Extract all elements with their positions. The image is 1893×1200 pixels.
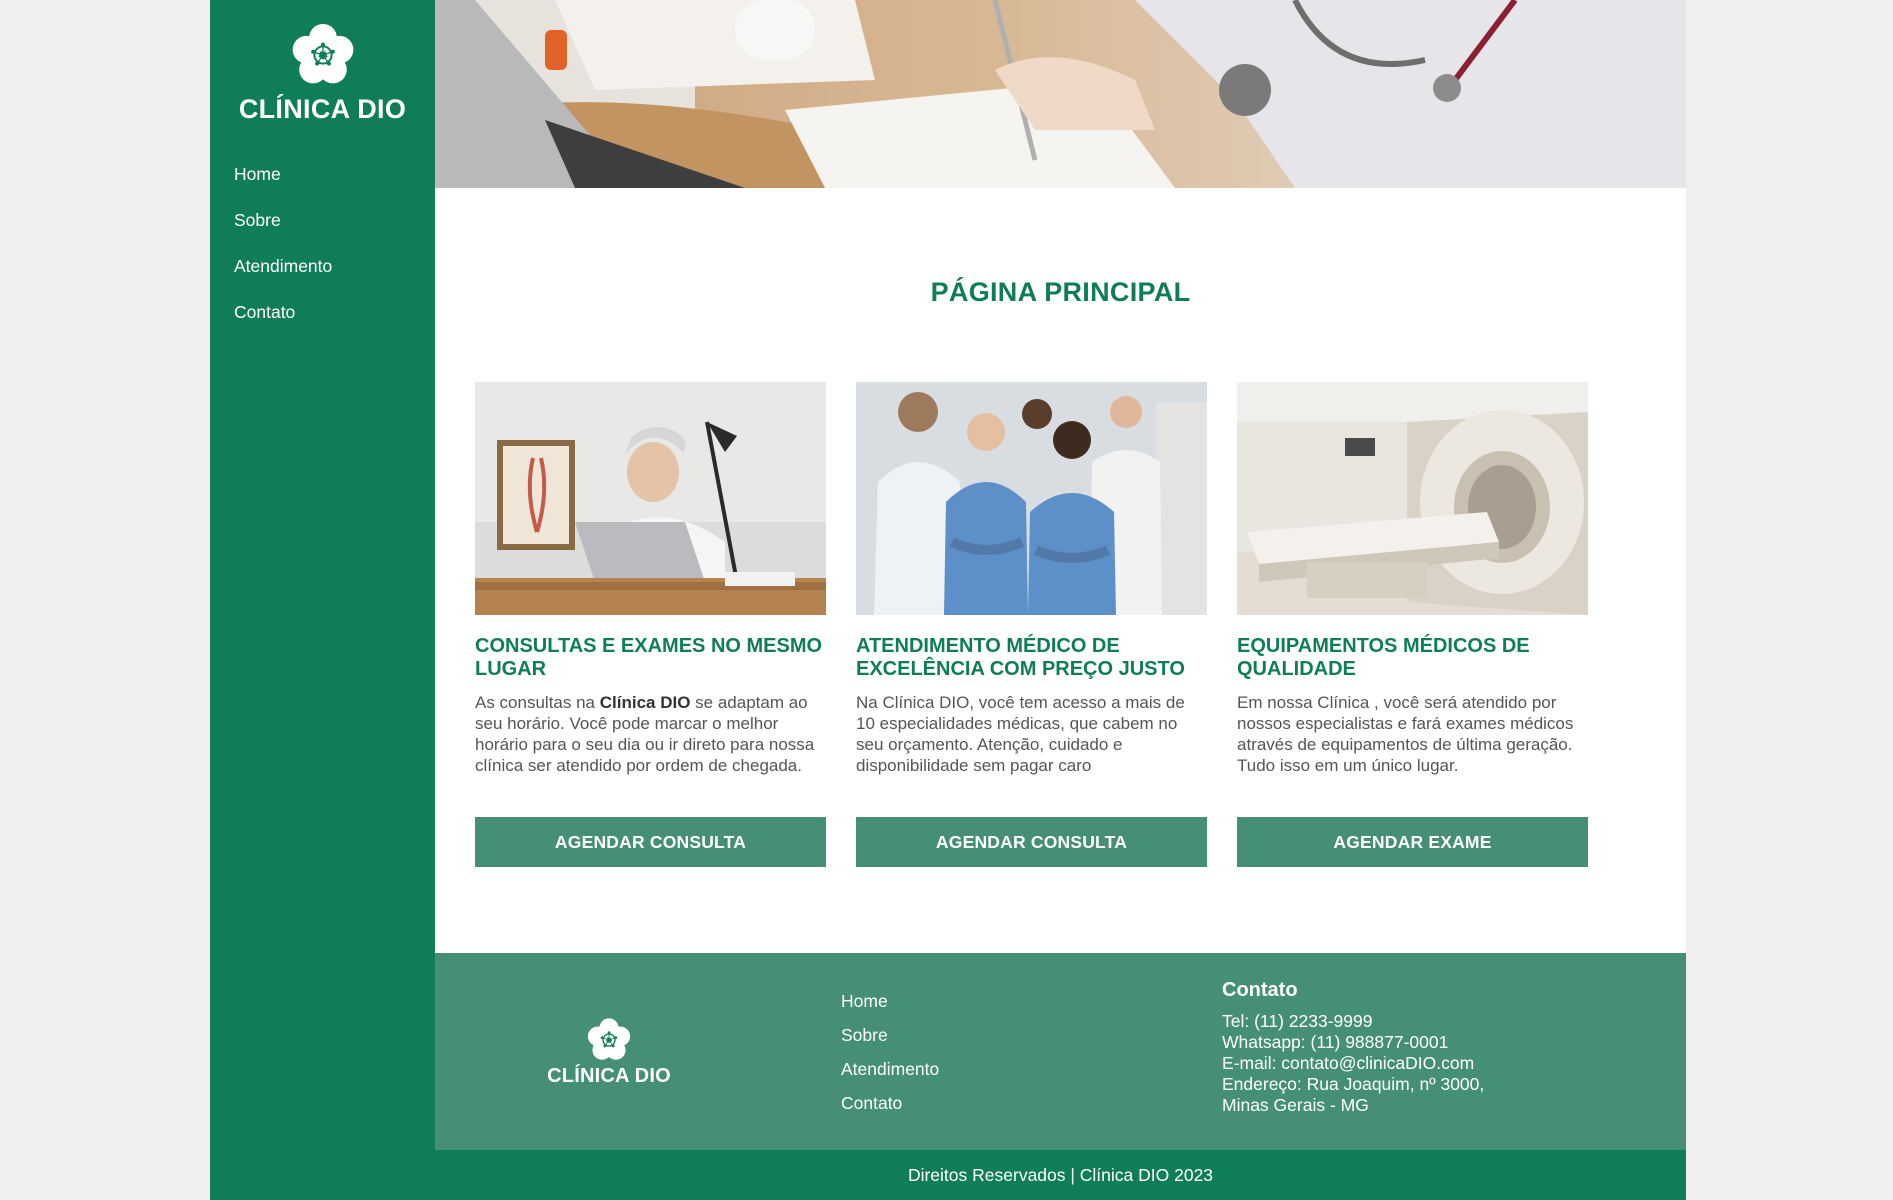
medical-team-photo <box>856 382 1207 615</box>
card-title: CONSULTAS E EXAMES NO MESMO LUGAR <box>475 635 823 680</box>
footer-nav: Home Sobre Atendimento Contato <box>841 991 939 1127</box>
brand-name: CLÍNICA DIO <box>238 94 407 124</box>
sidebar-brand[interactable]: CLÍNICA DIO <box>210 22 435 125</box>
flower-icon <box>585 1017 633 1063</box>
footer-contact: Contato Tel: (11) 2233-9999 Whatsapp: (1… <box>1222 979 1484 1116</box>
footer-link-sobre[interactable]: Sobre <box>841 1025 888 1045</box>
footer-contact-heading: Contato <box>1222 979 1298 1001</box>
footer-item-atendimento: Atendimento <box>841 1059 939 1093</box>
card-equipamentos: EQUIPAMENTOS MÉDICOS DE QUALIDADE Em nos… <box>1237 382 1588 867</box>
sidebar-link-sobre[interactable]: Sobre <box>234 210 281 230</box>
footer-contact-email: E-mail: contato@clinicaDIO.com <box>1222 1053 1475 1073</box>
sidebar-link-contato[interactable]: Contato <box>234 302 295 322</box>
footer-contact-phone: Tel: (11) 2233-9999 <box>1222 1011 1373 1031</box>
hero-image <box>435 0 1686 188</box>
mri-scanner-photo <box>1237 382 1588 615</box>
footer-contact-address: Endereço: Rua Joaquim, nº 3000, <box>1222 1074 1485 1094</box>
doctor-writing-photo <box>435 0 1686 188</box>
footer-brand[interactable]: CLÍNICA DIO <box>529 1017 689 1088</box>
page: CLÍNICA DIO Home Sobre Atendimento Conta… <box>210 0 1686 1200</box>
footer-item-home: Home <box>841 991 939 1025</box>
card-atendimento: ATENDIMENTO MÉDICO DE EXCELÊNCIA COM PRE… <box>856 382 1207 867</box>
content-area: PÁGINA PRINCIPAL CONSULTAS E EXAMES NO M… <box>435 188 1686 953</box>
sidebar-link-atendimento[interactable]: Atendimento <box>234 256 332 276</box>
footer: CLÍNICA DIO Home Sobre Atendimento Conta… <box>435 953 1686 1150</box>
main-column: PÁGINA PRINCIPAL CONSULTAS E EXAMES NO M… <box>435 0 1686 1200</box>
sidebar-link-home[interactable]: Home <box>234 164 281 184</box>
card-text-part: As consultas na <box>475 693 600 712</box>
card-text: Em nossa Clínica , você será atendido po… <box>1237 693 1574 775</box>
flower-icon <box>288 22 358 88</box>
footer-contact-whatsapp: Whatsapp: (11) 988877-0001 <box>1222 1032 1449 1052</box>
footer-link-home[interactable]: Home <box>841 991 888 1011</box>
card-text: Na Clínica DIO, você tem acesso a mais d… <box>856 693 1185 775</box>
sidebar-item-sobre: Sobre <box>234 210 332 256</box>
footer-brand-name: CLÍNICA DIO <box>547 1065 671 1087</box>
footer-item-sobre: Sobre <box>841 1025 939 1059</box>
agendar-consulta-button[interactable]: AGENDAR CONSULTA <box>856 817 1207 867</box>
agendar-consulta-button[interactable]: AGENDAR CONSULTA <box>475 817 826 867</box>
agendar-exame-button[interactable]: AGENDAR EXAME <box>1237 817 1588 867</box>
sidebar-item-atendimento: Atendimento <box>234 256 332 302</box>
page-title: PÁGINA PRINCIPAL <box>930 277 1191 307</box>
card-title: EQUIPAMENTOS MÉDICOS DE QUALIDADE <box>1237 635 1530 680</box>
card-text: As consultas na Clínica DIO se adaptam a… <box>475 692 826 817</box>
card-title: ATENDIMENTO MÉDICO DE EXCELÊNCIA COM PRE… <box>856 635 1185 680</box>
sidebar-item-contato: Contato <box>234 302 332 348</box>
sidebar-item-home: Home <box>234 164 332 210</box>
footer-contact-state: Minas Gerais - MG <box>1222 1095 1369 1115</box>
doctor-at-laptop-photo <box>475 382 826 615</box>
footer-link-atendimento[interactable]: Atendimento <box>841 1059 939 1079</box>
copyright-bar: Direitos Reservados | Clínica DIO 2023 <box>435 1150 1686 1200</box>
sidebar: CLÍNICA DIO Home Sobre Atendimento Conta… <box>210 0 435 1200</box>
card-text-bold: Clínica DIO <box>599 693 691 712</box>
footer-item-contato: Contato <box>841 1093 939 1127</box>
sidebar-nav: Home Sobre Atendimento Contato <box>234 164 332 348</box>
footer-link-contato[interactable]: Contato <box>841 1093 902 1113</box>
card-consultas: CONSULTAS E EXAMES NO MESMO LUGAR As con… <box>475 382 826 867</box>
